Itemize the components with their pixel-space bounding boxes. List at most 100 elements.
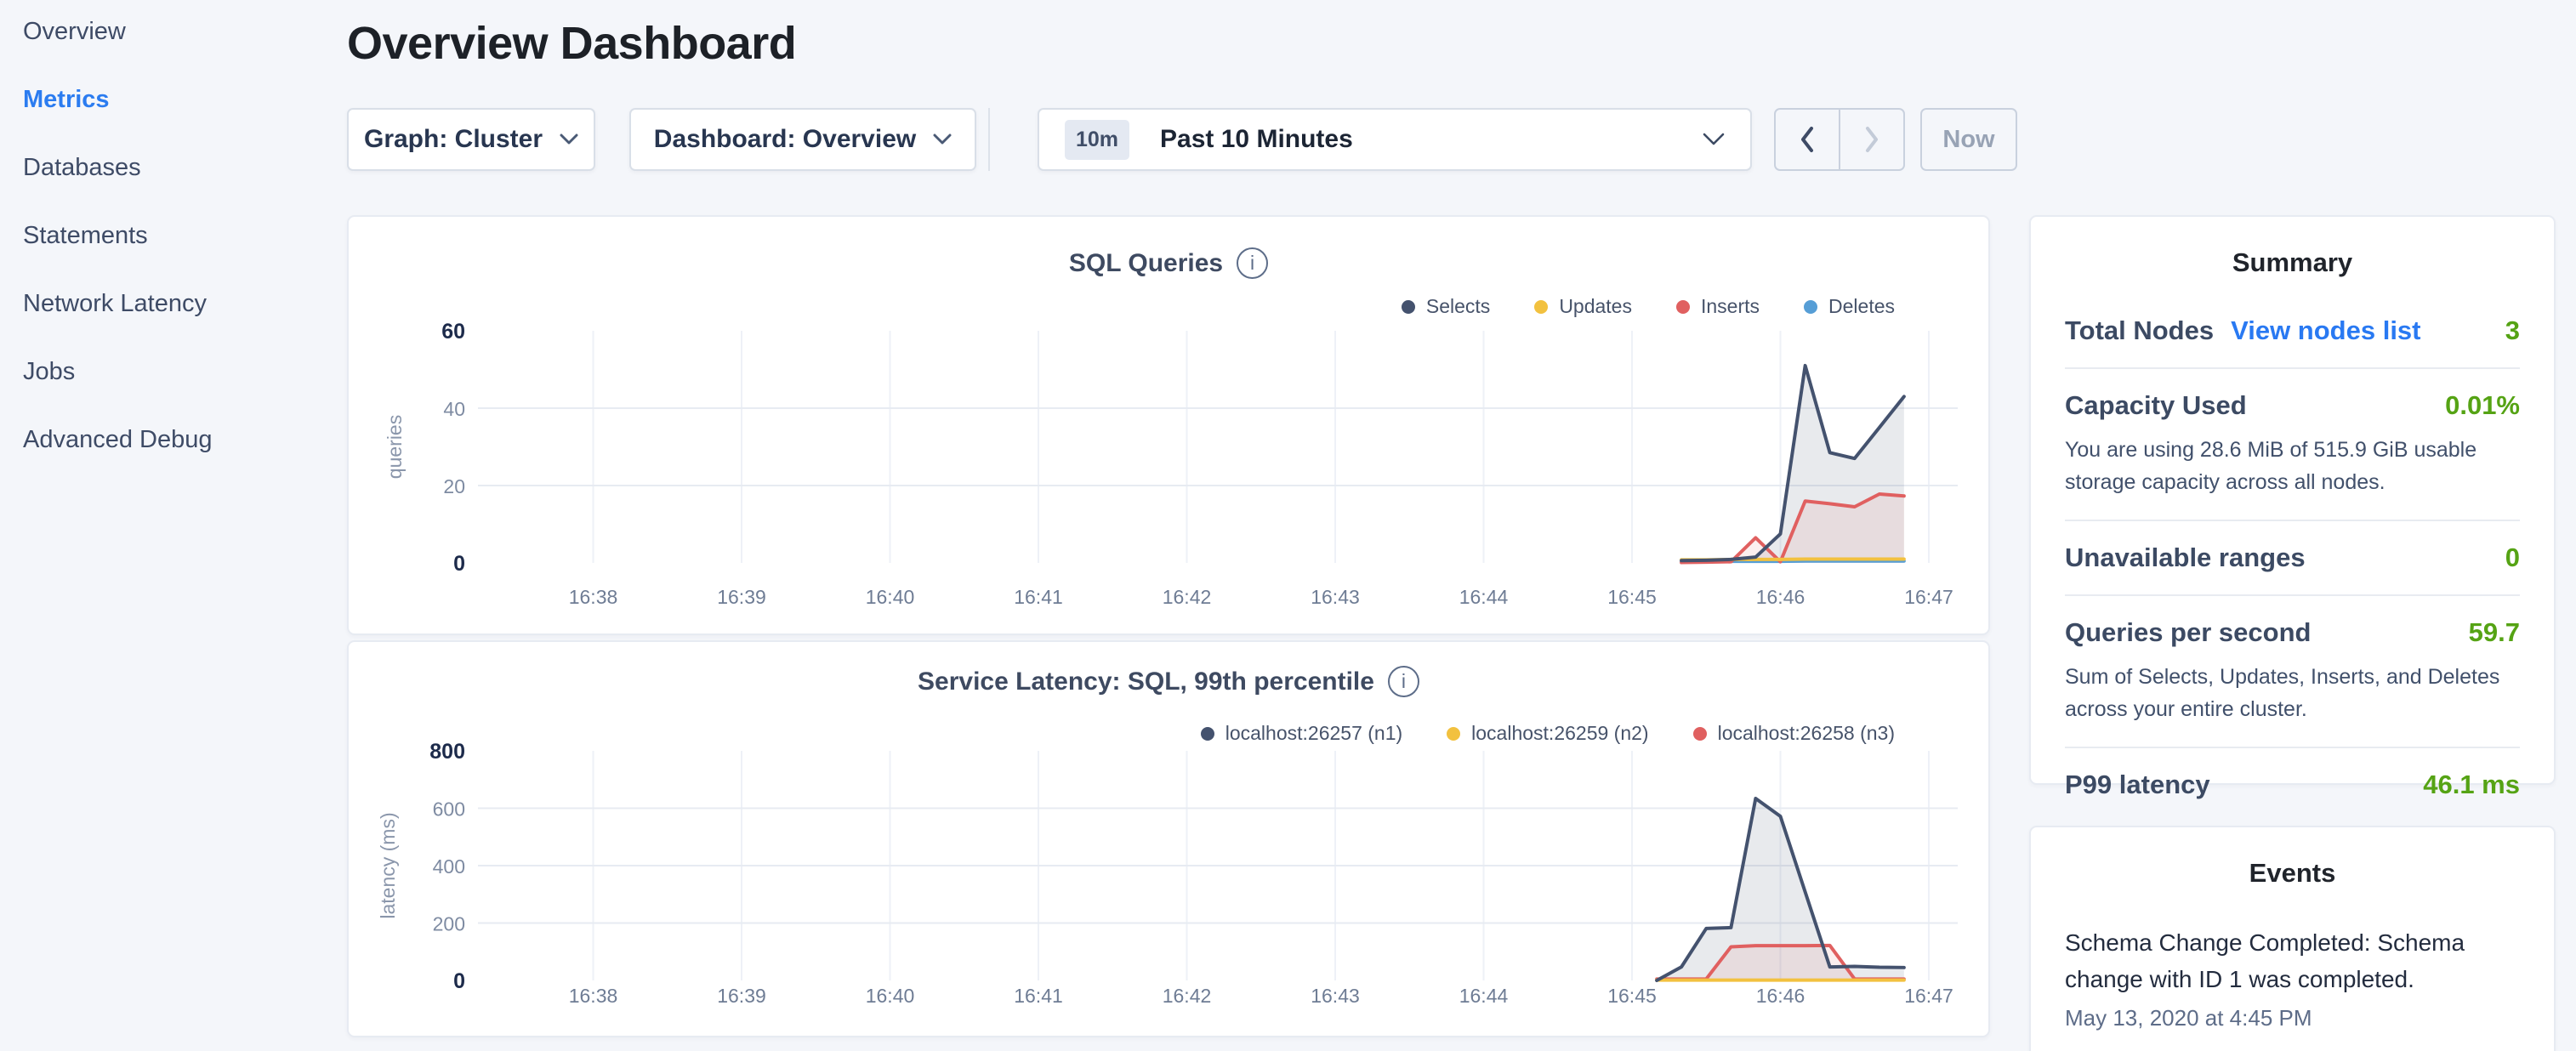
chart-title-text: Service Latency: SQL, 99th percentile xyxy=(918,668,1374,696)
sidebar-item-databases[interactable]: Databases xyxy=(23,134,329,202)
summary-row-queries-per-second: Queries per second 59.7 Sum of Selects, … xyxy=(2065,617,2520,725)
svg-text:0: 0 xyxy=(453,969,465,993)
chevron-down-icon xyxy=(560,134,578,145)
chevron-right-icon xyxy=(1863,125,1880,154)
svg-text:16:42: 16:42 xyxy=(1163,985,1212,1007)
summary-row-capacity-used: Capacity Used 0.01% You are using 28.6 M… xyxy=(2065,390,2520,498)
main-content: Overview Dashboard Graph: Cluster Dashbo… xyxy=(347,0,1990,1051)
divider xyxy=(2065,367,2520,369)
series-dot-icon xyxy=(1693,727,1707,741)
svg-text:60: 60 xyxy=(441,320,465,344)
time-window-badge: 10m xyxy=(1065,120,1129,160)
legend-item-updates[interactable]: Updates xyxy=(1534,295,1632,318)
graph-dropdown[interactable]: Graph: Cluster xyxy=(347,108,595,171)
legend-label: Deletes xyxy=(1828,295,1895,318)
series-dot-icon xyxy=(1447,727,1460,741)
graph-dropdown-label: Graph: Cluster xyxy=(364,125,543,154)
svg-text:16:38: 16:38 xyxy=(569,985,618,1007)
legend-label: localhost:26258 (n3) xyxy=(1718,722,1895,745)
sidebar-item-statements[interactable]: Statements xyxy=(23,202,329,270)
chevron-down-icon xyxy=(933,134,952,145)
controls-bar: Graph: Cluster Dashboard: Overview 10m P… xyxy=(347,108,2017,171)
sql-queries-chart-title: SQL Queries i xyxy=(349,247,1988,279)
svg-text:16:39: 16:39 xyxy=(717,985,766,1007)
svg-text:queries: queries xyxy=(384,415,406,479)
service-latency-chart: 16:3816:3916:4016:4116:4216:4316:4416:45… xyxy=(349,642,1992,1039)
summary-row-p99-latency: P99 latency 46.1 ms xyxy=(2065,770,2520,800)
service-latency-chart-card: Service Latency: SQL, 99th percentile i … xyxy=(347,640,1990,1037)
events-title: Events xyxy=(2065,858,2520,889)
prev-window-button[interactable] xyxy=(1776,110,1840,169)
chevron-left-icon xyxy=(1799,125,1816,154)
svg-text:16:47: 16:47 xyxy=(1904,586,1953,608)
legend-item-deletes[interactable]: Deletes xyxy=(1804,295,1895,318)
chevron-down-icon xyxy=(1703,133,1725,146)
summary-label: Unavailable ranges xyxy=(2065,543,2306,573)
svg-text:16:38: 16:38 xyxy=(569,586,618,608)
svg-text:16:41: 16:41 xyxy=(1014,985,1063,1007)
svg-text:latency (ms): latency (ms) xyxy=(377,812,399,918)
view-nodes-list-link[interactable]: View nodes list xyxy=(2231,315,2420,346)
divider xyxy=(2065,747,2520,748)
series-dot-icon xyxy=(1402,300,1415,314)
service-latency-chart-title: Service Latency: SQL, 99th percentile i xyxy=(349,666,1988,697)
summary-label: Queries per second xyxy=(2065,617,2311,648)
next-window-button[interactable] xyxy=(1840,110,1903,169)
sidebar: Overview Metrics Databases Statements Ne… xyxy=(23,0,329,474)
legend-item-selects[interactable]: Selects xyxy=(1402,295,1490,318)
legend-item-n2[interactable]: localhost:26259 (n2) xyxy=(1447,722,1648,745)
time-window-step-buttons xyxy=(1774,108,1905,171)
svg-text:16:44: 16:44 xyxy=(1459,586,1509,608)
summary-label: Total Nodes xyxy=(2065,315,2214,346)
legend-item-n3[interactable]: localhost:26258 (n3) xyxy=(1693,722,1895,745)
svg-text:16:42: 16:42 xyxy=(1163,586,1212,608)
svg-text:16:46: 16:46 xyxy=(1756,586,1805,608)
svg-text:600: 600 xyxy=(433,798,465,821)
sidebar-item-overview[interactable]: Overview xyxy=(23,0,329,65)
summary-row-total-nodes: Total Nodes View nodes list 3 xyxy=(2065,315,2520,346)
now-button[interactable]: Now xyxy=(1920,108,2017,171)
summary-value: 46.1 ms xyxy=(2423,770,2520,800)
service-latency-legend: localhost:26257 (n1) localhost:26259 (n2… xyxy=(1201,722,1895,745)
event-item-text: Schema Change Completed: Schema change w… xyxy=(2065,924,2520,998)
dashboard-dropdown[interactable]: Dashboard: Overview xyxy=(629,108,976,171)
summary-row-unavailable-ranges: Unavailable ranges 0 xyxy=(2065,543,2520,573)
svg-text:200: 200 xyxy=(433,913,465,935)
legend-item-n1[interactable]: localhost:26257 (n1) xyxy=(1201,722,1402,745)
sidebar-item-metrics[interactable]: Metrics xyxy=(23,65,329,134)
svg-text:40: 40 xyxy=(443,398,465,420)
svg-text:16:45: 16:45 xyxy=(1607,985,1657,1007)
divider xyxy=(2065,594,2520,596)
svg-text:16:46: 16:46 xyxy=(1756,985,1805,1007)
summary-title: Summary xyxy=(2065,247,2520,278)
svg-text:400: 400 xyxy=(433,855,465,878)
summary-value: 59.7 xyxy=(2469,617,2520,648)
summary-value: 0.01% xyxy=(2445,390,2520,421)
info-icon[interactable]: i xyxy=(1237,247,1268,279)
divider xyxy=(2065,520,2520,521)
legend-label: localhost:26257 (n1) xyxy=(1225,722,1402,745)
sql-queries-legend: Selects Updates Inserts Deletes xyxy=(1402,295,1895,318)
sql-queries-chart: 16:3816:3916:4016:4116:4216:4316:4416:45… xyxy=(349,217,1992,637)
svg-text:16:40: 16:40 xyxy=(866,586,915,608)
svg-text:16:43: 16:43 xyxy=(1311,985,1360,1007)
series-dot-icon xyxy=(1676,300,1690,314)
legend-label: Inserts xyxy=(1701,295,1760,318)
chart-title-text: SQL Queries xyxy=(1069,249,1223,278)
legend-label: localhost:26259 (n2) xyxy=(1471,722,1648,745)
sidebar-item-network-latency[interactable]: Network Latency xyxy=(23,270,329,338)
legend-item-inserts[interactable]: Inserts xyxy=(1676,295,1760,318)
time-window-selector[interactable]: 10m Past 10 Minutes xyxy=(1038,108,1752,171)
series-dot-icon xyxy=(1804,300,1817,314)
sidebar-item-jobs[interactable]: Jobs xyxy=(23,338,329,406)
summary-label: P99 latency xyxy=(2065,770,2210,800)
legend-label: Updates xyxy=(1559,295,1632,318)
summary-value: 0 xyxy=(2505,543,2520,573)
svg-text:16:47: 16:47 xyxy=(1904,985,1953,1007)
summary-panel: Summary Total Nodes View nodes list 3 Ca… xyxy=(2029,215,2556,785)
info-icon[interactable]: i xyxy=(1388,666,1419,697)
svg-text:16:44: 16:44 xyxy=(1459,985,1509,1007)
page-title: Overview Dashboard xyxy=(347,17,796,70)
summary-label: Capacity Used xyxy=(2065,390,2247,421)
sidebar-item-advanced-debug[interactable]: Advanced Debug xyxy=(23,406,329,474)
